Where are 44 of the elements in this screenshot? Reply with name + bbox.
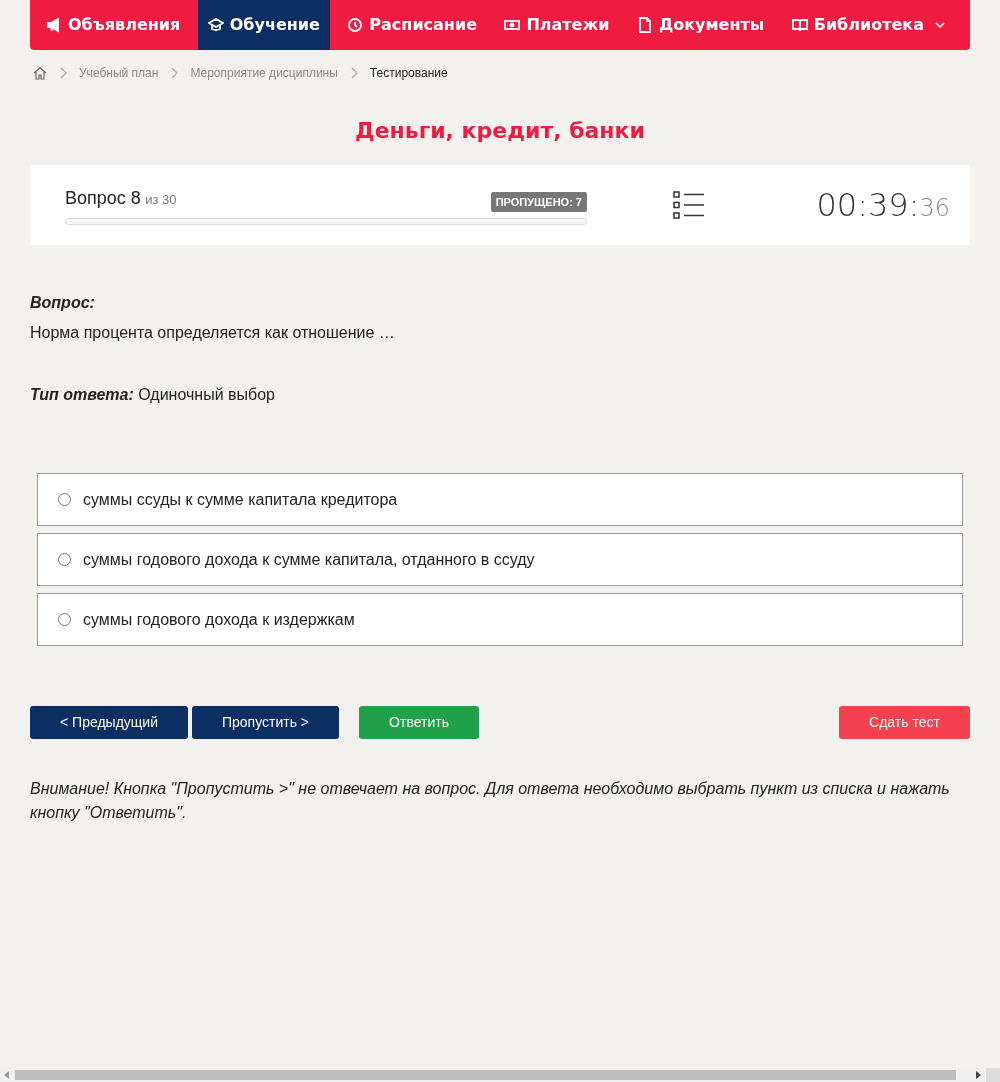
radio-button[interactable] bbox=[58, 613, 71, 626]
question-text: Норма процента определяется как отношение … bbox=[30, 323, 396, 343]
chevron-right-icon bbox=[170, 67, 179, 79]
graduation-cap-icon bbox=[207, 17, 224, 33]
book-icon bbox=[791, 17, 808, 33]
answer-option[interactable]: суммы годового дохода к издержкам bbox=[37, 593, 963, 646]
breadcrumb-link[interactable]: Учебный план bbox=[79, 64, 159, 82]
option-text: суммы годового дохода к издержкам bbox=[83, 609, 355, 630]
submit-test-button[interactable]: Сдать тест bbox=[839, 706, 970, 739]
page-title: Деньги, кредит, банки bbox=[354, 117, 646, 145]
home-icon[interactable] bbox=[33, 66, 47, 80]
nav-tab[interactable]: Объявления bbox=[36, 0, 191, 50]
chevron-right-icon bbox=[59, 67, 67, 79]
chevron-right-icon bbox=[349, 67, 358, 79]
timer: 00:39:36 bbox=[816, 185, 950, 226]
megaphone-icon bbox=[46, 17, 62, 33]
option-text: суммы годового дохода к сумме капитала, отданного в ссуду bbox=[83, 549, 535, 570]
question-number: Вопрос 8 bbox=[65, 188, 141, 208]
option-text: суммы ссуды к сумме капитала кредитора bbox=[83, 489, 398, 510]
breadcrumb-current: Тестирование bbox=[369, 65, 448, 82]
answer-option[interactable]: суммы ссуды к сумме капитала кредитора bbox=[37, 473, 963, 526]
document-icon bbox=[637, 17, 653, 33]
answer-type-label: Тип ответа: bbox=[30, 386, 134, 403]
question-total: из 30 bbox=[145, 192, 177, 207]
nav-tab[interactable]: Библиотека bbox=[781, 0, 956, 50]
nav-tab[interactable]: Расписание bbox=[337, 0, 487, 50]
chevron-down-icon bbox=[933, 19, 946, 31]
warning-note: Внимание! Кнопка "Пропустить >" не отвечает на вопрос. Для ответа необходимо выбрать пункт из списка и нажать кнопку "Ответить". bbox=[30, 779, 951, 823]
answer-option[interactable]: суммы годового дохода к сумме капитала, отданного в ссуду bbox=[37, 533, 963, 586]
nav-tab[interactable]: Платежи bbox=[494, 0, 620, 50]
radio-button[interactable] bbox=[58, 493, 71, 506]
answer-type-value: Одиночный выбор bbox=[138, 386, 275, 403]
radio-button[interactable] bbox=[58, 553, 71, 566]
banknote-icon bbox=[504, 17, 521, 33]
nav-tab[interactable]: Обучение bbox=[197, 0, 330, 50]
skipped-count: ПРОПУЩЕНО: 7 bbox=[490, 191, 587, 212]
previous-button[interactable]: < Предыдущий bbox=[30, 706, 188, 739]
nav-tab[interactable]: Документы bbox=[627, 0, 775, 50]
clock-icon bbox=[347, 17, 364, 33]
answer-button[interactable]: Ответить bbox=[359, 706, 479, 739]
question-label: Вопрос: bbox=[30, 293, 96, 313]
list-icon[interactable] bbox=[673, 191, 705, 219]
breadcrumb-link[interactable]: Мероприятие дисциплины bbox=[190, 64, 338, 82]
skip-button[interactable]: Пропустить > bbox=[192, 706, 339, 739]
